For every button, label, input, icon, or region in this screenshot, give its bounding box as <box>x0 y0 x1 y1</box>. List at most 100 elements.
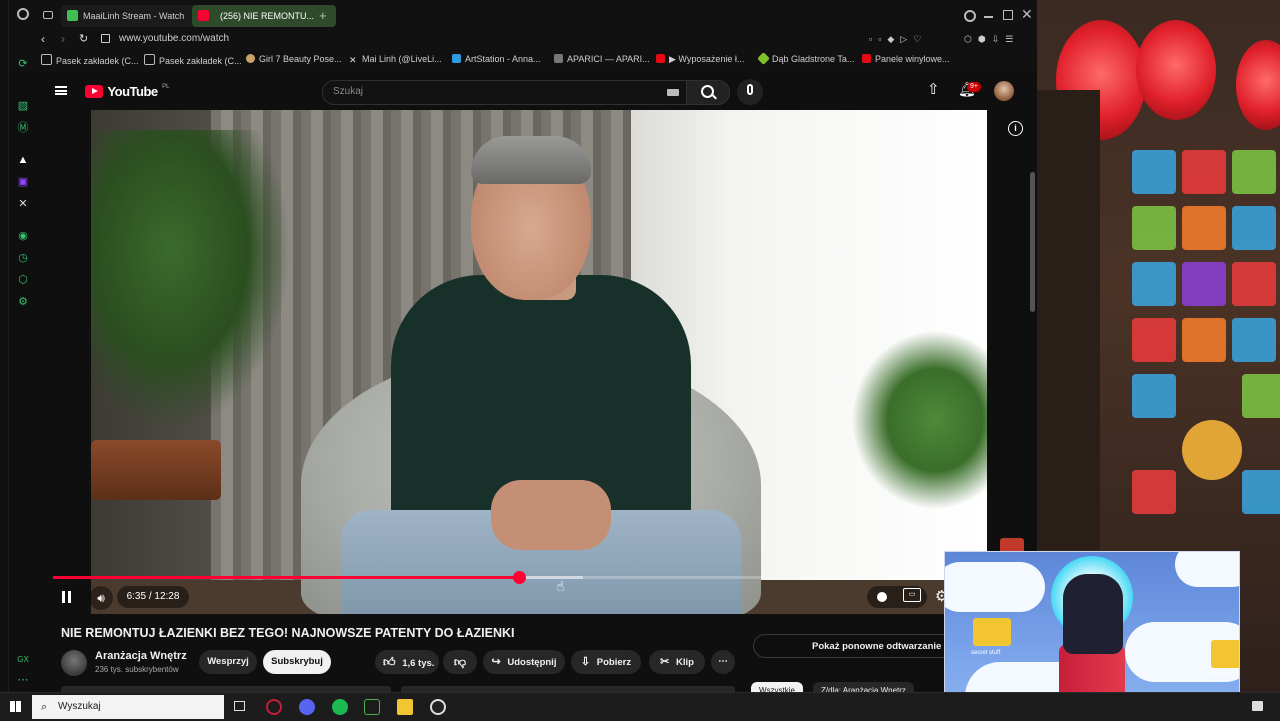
refresh-circle-icon[interactable]: ⟳ <box>17 58 29 70</box>
tab-label: (256) NIE REMONTU... <box>220 11 315 21</box>
hamburger-menu-icon[interactable] <box>55 86 67 95</box>
settings-icon[interactable]: ⚙ <box>17 296 29 308</box>
folder-icon <box>41 54 52 65</box>
bookmark-item[interactable]: ✕ Mai Linh (@LiveLi... <box>349 54 442 65</box>
voice-search-button[interactable] <box>737 79 763 105</box>
scrollbar[interactable] <box>1030 172 1035 312</box>
x-icon[interactable]: ✕ <box>17 198 29 210</box>
bookmark-item[interactable]: APARICI — APARI... <box>554 54 650 64</box>
upload-icon[interactable]: ⇧ <box>927 80 940 98</box>
user-avatar[interactable] <box>994 81 1014 101</box>
forward-arrow-icon[interactable]: › <box>61 32 65 46</box>
dislike-button[interactable]: 👎︎ <box>443 650 477 674</box>
subscribe-button[interactable]: Subskrybuj <box>263 650 331 674</box>
like-button[interactable]: 👍︎ 1,6 tys. <box>375 650 439 674</box>
twitch-icon <box>67 10 78 21</box>
gx-label[interactable]: GX <box>16 654 30 666</box>
history-icon[interactable]: ◷ <box>17 252 29 264</box>
keyboard-icon[interactable] <box>667 89 679 96</box>
tab-twitch-stream[interactable]: MaaiLinh Stream - Watch <box>61 5 203 27</box>
bookmark-item[interactable]: Pasek zakładek (C... <box>144 54 242 66</box>
folder-label: secret stuff <box>971 650 1001 656</box>
bookmark-item[interactable]: Dąb Gladstrone Ta... <box>757 52 854 65</box>
youtube-icon <box>198 10 209 21</box>
obs-icon[interactable] <box>430 699 446 715</box>
close-window-button[interactable]: ✕ <box>1021 6 1033 23</box>
xbox-icon[interactable] <box>364 699 380 715</box>
site-icon <box>246 54 255 63</box>
file-explorer-icon[interactable] <box>397 699 413 715</box>
info-icon[interactable]: i <box>1008 121 1023 136</box>
share-button[interactable]: ↪ Udostępnij <box>483 650 565 674</box>
url-field[interactable]: www.youtube.com/watch <box>119 33 229 44</box>
reload-icon[interactable]: ↻ <box>79 32 88 45</box>
notification-badge: 9+ <box>967 82 981 92</box>
lock-icon <box>101 34 110 43</box>
youtube-header: YouTube PL Szukaj ⇧ 🔔︎ 9+ <box>37 72 1037 110</box>
browser-window: MaaiLinh Stream - Watch (256) NIE REMONT… <box>8 0 1037 692</box>
youtube-logo[interactable]: YouTube PL <box>85 83 169 101</box>
download-button[interactable]: ⇩ Pobierz <box>571 650 641 674</box>
notification-center-icon[interactable] <box>1252 701 1263 711</box>
folder-icon <box>973 618 1011 646</box>
download-icon: ⇩ <box>580 656 591 668</box>
twitch-icon[interactable]: ▣ <box>17 176 29 188</box>
autoplay-icon <box>877 592 887 602</box>
tab-youtube-video[interactable]: (256) NIE REMONTU... <box>192 5 336 27</box>
app-a-icon[interactable]: ▲ <box>17 154 29 166</box>
address-bar: ‹ › ↻ www.youtube.com/watch ▫▫◆▷♡ ⬡⬢⇩☰ <box>9 30 1037 50</box>
maximize-button[interactable] <box>1003 10 1013 20</box>
bookmark-item[interactable]: ArtStation - Anna... <box>452 54 541 64</box>
bookmark-item[interactable]: Panele winylowe... <box>862 54 950 64</box>
browser-sidebar: ⟳ ▧ Ⓜ ▲ ▣ ✕ ◉ ◷ ⬡ ⚙ GX ⋯ <box>9 58 37 692</box>
clip-button[interactable]: ✂ Klip <box>649 650 705 674</box>
search-button[interactable] <box>686 80 730 105</box>
more-icon[interactable]: ⋯ <box>17 674 29 686</box>
scrubber-handle[interactable] <box>512 571 526 584</box>
messenger-icon[interactable]: Ⓜ <box>17 122 29 134</box>
spotify-icon[interactable] <box>332 699 348 715</box>
more-actions-button[interactable]: ⋯ <box>711 650 735 674</box>
pause-button[interactable] <box>57 588 77 608</box>
bookmark-item[interactable]: ▶ Wyposażenie ł... <box>656 54 744 65</box>
youtube-logo-text: YouTube <box>107 84 158 99</box>
folder-label: free pro <box>1211 672 1232 678</box>
bookmark-item[interactable]: Pasek zakładek (C... <box>41 54 139 66</box>
x-icon: ✕ <box>349 55 357 65</box>
search-tabs-icon[interactable] <box>964 10 976 22</box>
support-button[interactable]: Wesprzyj <box>199 650 257 674</box>
bookmark-item[interactable]: Girl 7 Beauty Pose... <box>246 54 342 64</box>
player-icon[interactable]: ◉ <box>17 230 29 242</box>
bookmarks-bar: Pasek zakładek (C... Pasek zakładek (C..… <box>9 50 1037 73</box>
chip-from-channel[interactable]: Z/dla: Aranżacja Wnętrz <box>813 682 914 692</box>
extensions-icon[interactable]: ⬡⬢⇩☰ <box>964 34 1019 45</box>
minimize-button[interactable] <box>984 16 993 18</box>
subtitles-button[interactable]: ▭ <box>903 588 921 602</box>
task-view-icon[interactable] <box>234 701 245 711</box>
chip-all[interactable]: Wszystkie <box>751 682 803 692</box>
extensions-icon[interactable]: ⬡ <box>17 274 29 286</box>
progress-fill <box>53 576 519 579</box>
back-arrow-icon[interactable]: ‹ <box>41 32 45 46</box>
search-input[interactable]: Szukaj <box>322 80 688 105</box>
pause-icon <box>62 591 65 603</box>
video-fern <box>851 330 987 510</box>
opera-gx-icon[interactable] <box>266 699 282 715</box>
youtube-page: YouTube PL Szukaj ⇧ 🔔︎ 9+ <box>37 72 1037 692</box>
game-icon[interactable]: ▧ <box>17 100 29 112</box>
taskbar-search-input[interactable]: ⌕ Wyszukaj <box>32 695 224 719</box>
new-tab-button[interactable]: + <box>319 8 327 23</box>
desktop-edge <box>0 0 8 692</box>
progress-bar[interactable] <box>53 571 937 584</box>
discord-icon[interactable] <box>299 699 315 715</box>
video-player[interactable] <box>91 110 987 614</box>
opera-logo-icon[interactable] <box>17 8 29 20</box>
channel-avatar[interactable] <box>61 650 87 676</box>
site-icon <box>554 54 563 63</box>
channel-name[interactable]: Aranżacja Wnętrz <box>95 650 187 662</box>
volume-button[interactable]: 🔊︎ <box>89 586 113 610</box>
tab-overview-icon[interactable] <box>43 11 53 19</box>
lantern-icon <box>1236 40 1280 130</box>
address-bar-tools-icon[interactable]: ▫▫◆▷♡ <box>869 34 927 45</box>
windows-start-icon[interactable] <box>10 701 21 712</box>
